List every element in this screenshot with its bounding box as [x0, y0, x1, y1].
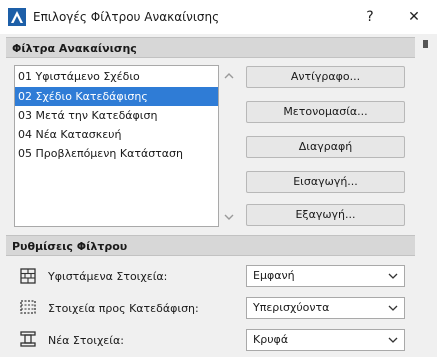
panel-edge-marker	[423, 40, 428, 48]
help-button[interactable]: ?	[356, 4, 384, 30]
existing-elements-label: Υφιστάμενα Στοιχεία:	[48, 270, 168, 283]
select-value: Εμφανή	[253, 269, 295, 282]
close-button[interactable]: ✕	[400, 4, 428, 30]
copy-button[interactable]: Αντίγραφο...	[246, 66, 405, 88]
scroll-up-icon[interactable]	[223, 71, 235, 81]
demolish-elements-select[interactable]: Υπερισχύοντα	[246, 297, 405, 319]
scroll-down-icon[interactable]	[223, 212, 235, 222]
delete-button[interactable]: Διαγραφή	[246, 136, 405, 158]
import-button[interactable]: Εισαγωγή...	[246, 171, 405, 193]
settings-section-header[interactable]: Ρυθμίσεις Φίλτρου	[6, 235, 415, 256]
window-title: Επιλογές Φίλτρου Ανακαίνισης	[33, 10, 220, 24]
existing-elements-select[interactable]: Εμφανή	[246, 265, 405, 287]
new-elements-select[interactable]: Κρυφά	[246, 329, 405, 351]
list-item[interactable]: 05 Προβλεπόμενη Κατάσταση	[15, 144, 218, 163]
chevron-down-icon	[388, 337, 398, 343]
existing-elements-icon	[20, 268, 36, 284]
demolish-elements-label: Στοιχεία προς Κατεδάφιση:	[48, 302, 199, 315]
select-value: Κρυφά	[253, 333, 289, 346]
select-value: Υπερισχύοντα	[253, 301, 330, 314]
filter-list[interactable]: 01 Υφιστάμενο Σχέδιο 02 Σχέδιο Κατεδάφισ…	[14, 65, 219, 227]
list-item[interactable]: 03 Μετά την Κατεδάφιση	[15, 106, 218, 125]
new-elements-label: Νέα Στοιχεία:	[48, 334, 124, 347]
rename-button[interactable]: Μετονομασία...	[246, 101, 405, 123]
export-button[interactable]: Εξαγωγή...	[246, 204, 405, 226]
chevron-down-icon	[388, 305, 398, 311]
new-elements-icon	[20, 331, 36, 347]
list-item[interactable]: 01 Υφιστάμενο Σχέδιο	[15, 67, 218, 86]
demolish-elements-icon	[20, 300, 36, 314]
list-item-selected[interactable]: 02 Σχέδιο Κατεδάφισης	[15, 87, 218, 106]
filters-section-header[interactable]: Φίλτρα Ανακαίνισης	[6, 37, 415, 58]
chevron-down-icon	[388, 273, 398, 279]
title-bar: Επιλογές Φίλτρου Ανακαίνισης ? ✕	[0, 0, 437, 34]
archicad-logo-icon	[8, 8, 26, 26]
list-item[interactable]: 04 Νέα Κατασκευή	[15, 125, 218, 144]
